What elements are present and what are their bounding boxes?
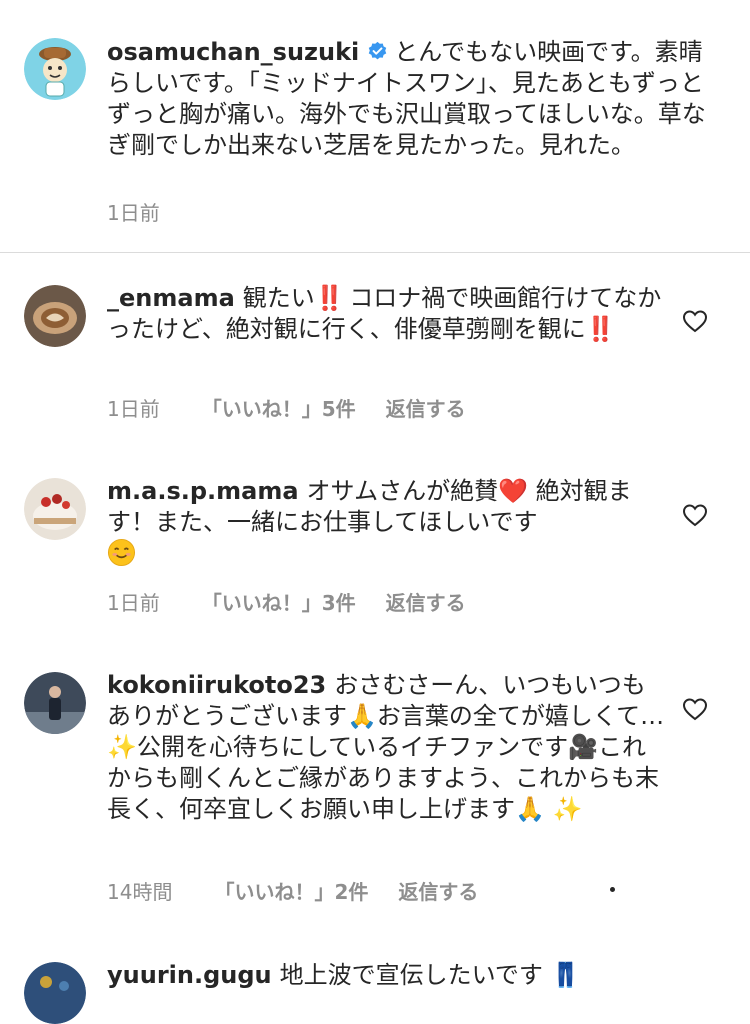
likes-count[interactable]: 「いいね！」3件 xyxy=(202,587,356,616)
avatar[interactable] xyxy=(24,478,86,540)
likes-count[interactable]: 「いいね！」5件 xyxy=(202,393,356,422)
heart-outline-icon[interactable] xyxy=(682,697,708,721)
comment-meta: 1日前 「いいね！」3件 返信する xyxy=(107,587,466,616)
heart-outline-icon[interactable] xyxy=(682,309,708,333)
comment-username[interactable]: m.a.s.p.mama xyxy=(107,477,299,505)
comment-time: 14時間 xyxy=(107,880,173,904)
sparkles-emoji: ✨ xyxy=(552,795,583,823)
comment-username[interactable]: yuurin.gugu xyxy=(107,961,272,989)
avatar[interactable] xyxy=(24,672,86,734)
reply-button[interactable]: 返信する xyxy=(398,876,478,905)
folded-hands-emoji: 🙏 xyxy=(347,702,377,730)
comment-text: yuurin.gugu 地上波で宣伝したいです 👖 xyxy=(107,961,581,989)
movie-camera-emoji: 🎥 xyxy=(568,733,599,761)
caption-meta: 1日前 xyxy=(107,197,160,226)
reply-button[interactable]: 返信する xyxy=(386,393,466,422)
more-dot-icon[interactable] xyxy=(610,887,615,892)
comment-meta: 14時間 「いいね！」2件 返信する xyxy=(107,876,478,905)
double-exclamation-emoji: ‼️ xyxy=(585,315,616,343)
jeans-emoji: 👖 xyxy=(550,961,581,989)
avatar[interactable] xyxy=(24,962,86,1024)
comment-username[interactable]: _enmama xyxy=(107,284,235,312)
caption-username[interactable]: osamuchan_suzuki xyxy=(107,38,359,66)
comment-time: 1日前 xyxy=(107,591,160,615)
sparkles-emoji: ✨ xyxy=(107,733,137,761)
avatar[interactable] xyxy=(24,38,86,100)
verified-badge-icon xyxy=(369,41,387,60)
comment-text: m.a.s.p.mama オサムさんが絶賛❤️ 絶対観ます！また、一緒にお仕事して… xyxy=(107,476,667,570)
reply-button[interactable]: 返信する xyxy=(386,587,466,616)
comment-text: kokoniirukoto23 おさむさーん、いつもいつもありがとうございます🙏お… xyxy=(107,671,665,823)
caption-text: osamuchan_suzuki とんでもない映画です。素晴らしいです。「ミッド… xyxy=(107,37,707,161)
caption-time: 1日前 xyxy=(107,201,160,225)
double-exclamation-emoji: ‼️ xyxy=(314,284,345,312)
comment-meta: 1日前 「いいね！」5件 返信する xyxy=(107,393,466,422)
comment-text: _enmama 観たい‼️ コロナ禍で映画館行けてなかったけど、絶対観に行く、俳優… xyxy=(107,284,662,343)
comment-time: 1日前 xyxy=(107,397,160,421)
red-heart-emoji: ❤️ xyxy=(498,477,528,505)
likes-count[interactable]: 「いいね！」2件 xyxy=(214,876,368,905)
post-caption: osamuchan_suzuki とんでもない映画です。素晴らしいです。「ミッド… xyxy=(0,0,750,253)
avatar[interactable] xyxy=(24,285,86,347)
smiling-face-emoji xyxy=(107,538,136,567)
heart-outline-icon[interactable] xyxy=(682,503,708,527)
folded-hands-emoji: 🙏 xyxy=(515,795,545,823)
comment-username[interactable]: kokoniirukoto23 xyxy=(107,671,326,699)
